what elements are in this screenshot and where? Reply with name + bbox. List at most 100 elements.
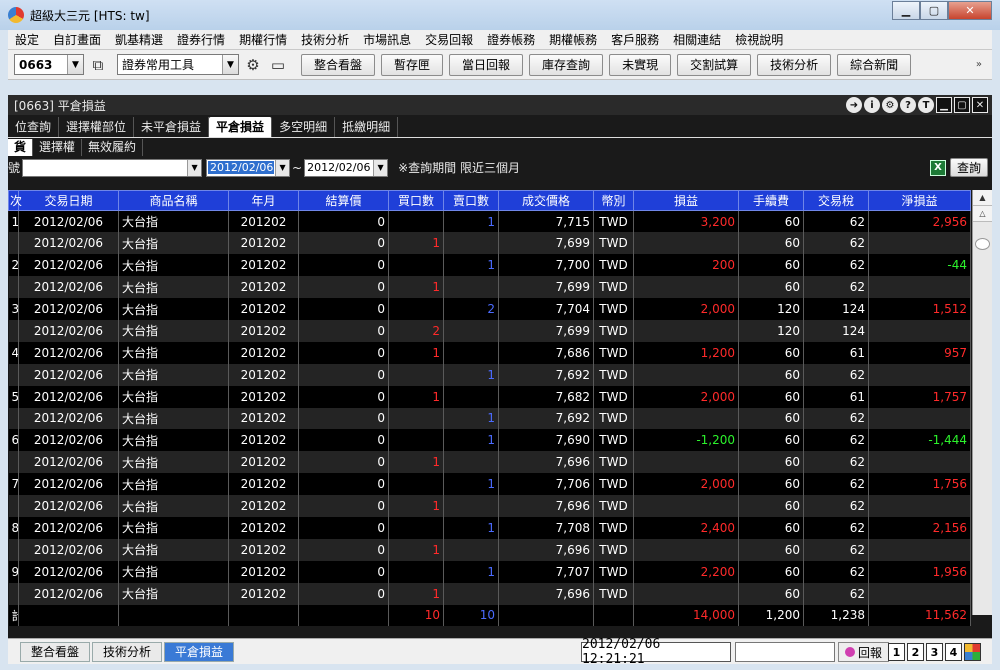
- function-code-combo[interactable]: 0663 ▼: [14, 54, 84, 75]
- help-icon[interactable]: ?: [900, 97, 916, 113]
- bottom-tab-closed-pl[interactable]: 平倉損益: [164, 641, 235, 662]
- tool-combo[interactable]: 證券常用工具 ▼: [117, 54, 239, 75]
- table-row[interactable]: 9 2012/02/06 大台指 201202 0 1 7,707 TWD 2,200 60 62 1…: [8, 560, 971, 583]
- table-row[interactable]: 5 2012/02/06 大台指 201202 0 1 7,682 TWD 2,000 60 61 1…: [8, 385, 971, 408]
- search-window-icon[interactable]: ⧉: [87, 54, 109, 76]
- minimize-button[interactable]: ▁: [892, 1, 920, 20]
- menu-market-news[interactable]: 市場訊息: [356, 31, 418, 48]
- scroll-thumb[interactable]: [975, 238, 990, 250]
- table-row[interactable]: 4 2012/02/06 大台指 201202 0 1 7,686 TWD 1,200 60 61 9…: [8, 341, 971, 364]
- daily-report-button[interactable]: 當日回報: [449, 53, 524, 76]
- page-3-button[interactable]: 3: [926, 643, 943, 661]
- header-buy-lots[interactable]: 買口數: [388, 190, 444, 211]
- table-row[interactable]: 2 2012/02/06 大台指 201202 0 1 7,700 TWD 200 60 62 -44: [8, 254, 971, 277]
- excel-export-icon[interactable]: X: [929, 159, 946, 176]
- menu-futures-account[interactable]: 期權帳務: [542, 31, 604, 48]
- header-net-pl[interactable]: 淨損益: [868, 190, 971, 211]
- bottom-tab-technical-analysis[interactable]: 技術分析: [92, 641, 163, 662]
- menu-stock-quotes[interactable]: 證券行情: [170, 31, 232, 48]
- page-4-button[interactable]: 4: [945, 643, 962, 661]
- header-trade-price[interactable]: 成交價格: [498, 190, 594, 211]
- export-icon[interactable]: ➜: [846, 97, 862, 113]
- menu-trade-report[interactable]: 交易回報: [418, 31, 480, 48]
- chevron-down-icon[interactable]: ▼: [275, 159, 290, 176]
- header-date[interactable]: 交易日期: [18, 190, 119, 211]
- grid-layout-icon[interactable]: [964, 643, 981, 661]
- tab-collateral-detail[interactable]: 抵繳明細: [335, 117, 399, 137]
- account-combo[interactable]: ▼: [22, 158, 203, 177]
- menu-technical-analysis[interactable]: 技術分析: [294, 31, 356, 48]
- header-fee[interactable]: 手續費: [738, 190, 804, 211]
- header-settle-price[interactable]: 結算價: [298, 190, 389, 211]
- table-row[interactable]: 1 2012/02/06 大台指 201202 0 1 7,715 TWD 3,200 60 62 2…: [8, 210, 971, 233]
- menu-customer-service[interactable]: 客戶服務: [604, 31, 666, 48]
- temp-storage-button[interactable]: 暫存匣: [381, 53, 444, 76]
- table-row[interactable]: 3 2012/02/06 大台指 201202 0 2 7,704 TWD 2,000 120 12…: [8, 298, 971, 320]
- table-row[interactable]: 2012/02/06 大台指 201202 0 1 7,696 TWD 60 62: [8, 538, 971, 561]
- page-2-button[interactable]: 2: [907, 643, 924, 661]
- header-seq[interactable]: 次: [8, 190, 22, 211]
- table-row[interactable]: 7 2012/02/06 大台指 201202 0 1 7,706 TWD 2,000 60 62 1…: [8, 473, 971, 496]
- menu-custom-view[interactable]: 自訂畫面: [46, 31, 108, 48]
- close-button[interactable]: ✕: [948, 1, 992, 20]
- header-product[interactable]: 商品名稱: [118, 190, 229, 211]
- table-row[interactable]: 2012/02/06 大台指 201202 0 2 7,699 TWD 120 124: [8, 319, 971, 342]
- news-button[interactable]: 綜合新聞: [837, 53, 912, 76]
- menu-futures-quotes[interactable]: 期權行情: [232, 31, 294, 48]
- gear-icon[interactable]: ⚙: [242, 54, 264, 76]
- new-window-icon[interactable]: ▭: [267, 54, 289, 76]
- menu-links[interactable]: 相關連結: [666, 31, 728, 48]
- report-button[interactable]: 回報: [838, 642, 890, 662]
- tab-open-pl[interactable]: 未平倉損益: [134, 117, 210, 137]
- chevron-down-icon[interactable]: ▼: [67, 55, 83, 74]
- toolbar-overflow-icon[interactable]: »: [976, 59, 982, 70]
- unrealized-button[interactable]: 未實現: [609, 53, 672, 76]
- scroll-up-icon[interactable]: ▲: [973, 190, 992, 206]
- panel-close-button[interactable]: ✕: [972, 97, 988, 113]
- date-to-combo[interactable]: 2012/02/06 ▼: [304, 158, 389, 177]
- date-from-combo[interactable]: 2012/02/06 ▼: [206, 158, 291, 177]
- tab-long-short-detail[interactable]: 多空明細: [272, 117, 336, 137]
- subtab-invalid-exercise[interactable]: 無效履約: [82, 138, 144, 156]
- top-icon[interactable]: T: [918, 97, 934, 113]
- maximize-button[interactable]: ▢: [920, 1, 948, 20]
- header-year-month[interactable]: 年月: [228, 190, 299, 211]
- settings-icon[interactable]: ⚙: [882, 97, 898, 113]
- technical-analysis-button[interactable]: 技術分析: [757, 53, 832, 76]
- page-1-button[interactable]: 1: [888, 643, 905, 661]
- header-currency[interactable]: 幣別: [593, 190, 634, 211]
- header-profit-loss[interactable]: 損益: [633, 190, 739, 211]
- table-row[interactable]: 2012/02/06 大台指 201202 0 1 7,696 TWD 60 62: [8, 495, 971, 517]
- chevron-down-icon[interactable]: ▼: [222, 55, 238, 74]
- panel-minimize-button[interactable]: ▁: [936, 97, 952, 113]
- tab-options-position[interactable]: 選擇權部位: [59, 117, 135, 137]
- chevron-down-icon[interactable]: ▼: [187, 159, 202, 176]
- table-row[interactable]: 2012/02/06 大台指 201202 0 1 7,696 TWD 60 62: [8, 582, 971, 605]
- integrated-watch-button[interactable]: 整合看盤: [301, 53, 376, 76]
- table-row[interactable]: 2012/02/06 大台指 201202 0 1 7,699 TWD 60 62: [8, 232, 971, 255]
- settlement-calc-button[interactable]: 交割試算: [677, 53, 752, 76]
- header-tax[interactable]: 交易稅: [803, 190, 869, 211]
- table-row[interactable]: 2012/02/06 大台指 201202 0 1 7,699 TWD 60 62: [8, 276, 971, 299]
- menu-settings[interactable]: 設定: [8, 31, 46, 48]
- menu-stock-account[interactable]: 證券帳務: [480, 31, 542, 48]
- menu-help[interactable]: 檢視說明: [728, 31, 790, 48]
- header-sell-lots[interactable]: 賣口數: [443, 190, 499, 211]
- chevron-down-icon[interactable]: ▼: [373, 159, 388, 176]
- menu-kgi-picks[interactable]: 凱基精選: [108, 31, 170, 48]
- vertical-scrollbar[interactable]: ▲ △: [972, 190, 992, 615]
- table-row[interactable]: 2012/02/06 大台指 201202 0 1 7,692 TWD 60 62: [8, 363, 971, 386]
- inventory-query-button[interactable]: 庫存查詢: [529, 53, 604, 76]
- info-icon[interactable]: i: [864, 97, 880, 113]
- bottom-tab-integrated-watch[interactable]: 整合看盤: [20, 641, 91, 662]
- tab-position-query[interactable]: 位查詢: [8, 117, 60, 137]
- query-button[interactable]: 查詢: [949, 158, 988, 177]
- table-row[interactable]: 8 2012/02/06 大台指 201202 0 1 7,708 TWD 2,400 60 62 2…: [8, 516, 971, 539]
- panel-maximize-button[interactable]: ▢: [954, 97, 970, 113]
- scroll-up-page-icon[interactable]: △: [973, 206, 992, 222]
- subtab-futures[interactable]: 貨: [8, 138, 34, 156]
- table-row[interactable]: 2012/02/06 大台指 201202 0 1 7,692 TWD 60 62: [8, 407, 971, 430]
- subtab-options[interactable]: 選擇權: [33, 138, 83, 156]
- tab-closed-pl[interactable]: 平倉損益: [209, 117, 273, 137]
- table-row[interactable]: 2012/02/06 大台指 201202 0 1 7,696 TWD 60 62: [8, 451, 971, 474]
